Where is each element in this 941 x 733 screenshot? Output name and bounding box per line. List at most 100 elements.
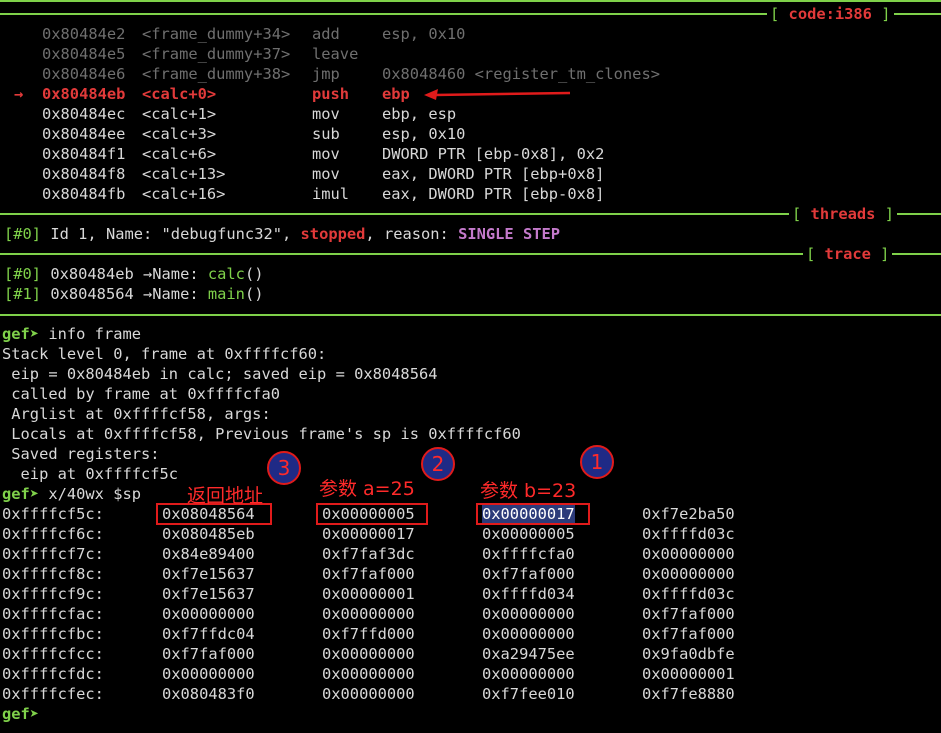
memory-word[interactable]: 0x00000000 — [162, 604, 255, 624]
arg-b-label: 参数 b=23 — [480, 480, 577, 502]
trace-address: 0x80484eb →Name: — [41, 265, 208, 283]
code-address: 0x80484fb — [42, 185, 126, 203]
memory-address: 0xffffcfbc: — [2, 625, 104, 643]
memory-word[interactable]: 0x080485eb — [162, 524, 255, 544]
memory-address: 0xffffcfac: — [2, 605, 104, 623]
memory-word[interactable]: 0x9fa0dbfe — [642, 644, 735, 664]
code-address: 0x80484eb — [42, 85, 126, 103]
memory-word[interactable]: 0x00000000 — [642, 544, 735, 564]
pointer-arrow-icon — [424, 89, 571, 100]
memory-word[interactable]: 0x080483f0 — [162, 684, 255, 704]
trace-pane-separator — [0, 253, 941, 255]
trace-pane-bottom-separator — [0, 314, 941, 316]
trace-index: [#0] — [4, 265, 42, 283]
code-opcode: jmp — [312, 65, 340, 83]
memory-word[interactable]: 0x00000005 — [482, 524, 575, 544]
trace-function: main — [207, 285, 245, 303]
code-address: 0x80484e2 — [42, 25, 126, 43]
memory-word[interactable]: 0xf7fe8880 — [642, 684, 735, 704]
code-opcode: mov — [312, 165, 340, 183]
code-symbol: <calc+3> — [142, 125, 217, 143]
code-address: 0x80484f8 — [42, 165, 126, 183]
memory-word[interactable]: 0xf7faf000 — [642, 624, 735, 644]
memory-word[interactable]: 0x00000000 — [322, 644, 415, 664]
code-operands: esp, 0x10 — [382, 25, 466, 43]
console-line-command-2: gef➤ x/40wx $sp — [2, 484, 141, 504]
code-symbol: <calc+1> — [142, 105, 217, 123]
memory-word[interactable]: 0x00000000 — [322, 604, 415, 624]
memory-word[interactable]: 0xf7faf000 — [162, 644, 255, 664]
memory-word[interactable]: 0xa29475ee — [482, 644, 575, 664]
code-opcode: push — [312, 85, 350, 103]
code-symbol: <frame_dummy+37> — [142, 45, 291, 63]
command-text: x/40wx $sp — [39, 485, 142, 503]
memory-address: 0xffffcf7c: — [2, 545, 104, 563]
trace-row[interactable]: [#1] 0x8048564 →Name: main() — [4, 284, 264, 304]
memory-word[interactable]: 0x00000001 — [642, 664, 735, 684]
trace-pane-header: [ trace ] — [803, 244, 893, 264]
memory-word[interactable]: 0xf7faf3dc — [322, 544, 415, 564]
trace-row[interactable]: [#0] 0x80484eb →Name: calc() — [4, 264, 264, 284]
current-instruction-arrow-icon: → — [14, 85, 24, 103]
memory-word[interactable]: 0xf7faf000 — [642, 604, 735, 624]
code-opcode: mov — [312, 105, 340, 123]
memory-word[interactable]: 0x00000000 — [482, 604, 575, 624]
memory-word[interactable]: 0xffffcfa0 — [482, 544, 575, 564]
top-pane-separator — [0, 0, 941, 2]
memory-word[interactable]: 0xffffd03c — [642, 584, 735, 604]
memory-word[interactable]: 0xf7fee010 — [482, 684, 575, 704]
console-output-line: eip = 0x80484eb in calc; saved eip = 0x8… — [2, 365, 438, 383]
code-operands: eax, DWORD PTR [ebp-0x8] — [382, 185, 605, 203]
memory-word[interactable]: 0xf7faf000 — [322, 564, 415, 584]
memory-word[interactable]: 0x84e89400 — [162, 544, 255, 564]
console-output-line: Saved registers: — [2, 445, 160, 463]
memory-word[interactable]: 0xf7e2ba50 — [642, 504, 735, 524]
code-operands: esp, 0x10 — [382, 125, 466, 143]
memory-word[interactable]: 0x00000000 — [162, 664, 255, 684]
trace-parens: () — [244, 265, 264, 283]
console-output-line: called by frame at 0xffffcfa0 — [2, 385, 280, 403]
memory-address: 0xffffcf8c: — [2, 565, 104, 583]
code-opcode: sub — [312, 125, 340, 143]
code-symbol: <calc+0> — [142, 85, 217, 103]
code-address: 0x80484ec — [42, 105, 126, 123]
code-symbol: <frame_dummy+38> — [142, 65, 291, 83]
memory-word[interactable]: 0x00000000 — [322, 664, 415, 684]
memory-word[interactable]: 0xf7faf000 — [482, 564, 575, 584]
code-address: 0x80484ee — [42, 125, 126, 143]
console-prompt-line[interactable]: gef➤ — [2, 704, 39, 724]
code-symbol: <calc+16> — [142, 185, 226, 203]
thread-row[interactable]: [#0] Id 1, Name: "debugfunc32", stopped,… — [4, 224, 560, 244]
code-operands: eax, DWORD PTR [ebp+0x8] — [382, 165, 605, 183]
memory-word[interactable]: 0x00000000 — [482, 664, 575, 684]
memory-word[interactable]: 0x00000017 — [322, 524, 415, 544]
memory-word[interactable]: 0xf7e15637 — [162, 564, 255, 584]
thread-reason-label: , reason: — [365, 225, 459, 243]
memory-word[interactable]: 0xffffd034 — [482, 584, 575, 604]
console-line-command-1: gef➤ info frame — [2, 324, 141, 344]
trace-address: 0x8048564 →Name: — [41, 285, 208, 303]
memory-address: 0xffffcf9c: — [2, 585, 104, 603]
memory-address: 0xffffcfdc: — [2, 665, 104, 683]
memory-word[interactable]: 0xf7ffdc04 — [162, 624, 255, 644]
memory-word[interactable]: 0x00000000 — [482, 624, 575, 644]
annotation-number-1: 1 — [580, 445, 614, 479]
code-operands: 0x8048460 <register_tm_clones> — [382, 65, 660, 83]
return-address-label: 返回地址 — [187, 485, 264, 507]
arg-b-box — [476, 503, 590, 525]
threads-pane-label: threads — [810, 205, 876, 223]
console-output-line: Arglist at 0xffffcf58, args: — [2, 405, 271, 423]
thread-index: [#0] — [4, 225, 42, 243]
memory-word[interactable]: 0xffffd03c — [642, 524, 735, 544]
memory-word[interactable]: 0xf7ffd000 — [322, 624, 415, 644]
memory-address: 0xffffcf5c: — [2, 505, 104, 523]
memory-address: 0xffffcfcc: — [2, 645, 104, 663]
memory-word[interactable]: 0x00000001 — [322, 584, 415, 604]
memory-address: 0xffffcf6c: — [2, 525, 104, 543]
code-address: 0x80484f1 — [42, 145, 126, 163]
memory-word[interactable]: 0x00000000 — [642, 564, 735, 584]
console-output-line: Stack level 0, frame at 0xffffcf60: — [2, 345, 327, 363]
memory-word[interactable]: 0x00000000 — [322, 684, 415, 704]
memory-word[interactable]: 0xf7e15637 — [162, 584, 255, 604]
code-address: 0x80484e5 — [42, 45, 126, 63]
